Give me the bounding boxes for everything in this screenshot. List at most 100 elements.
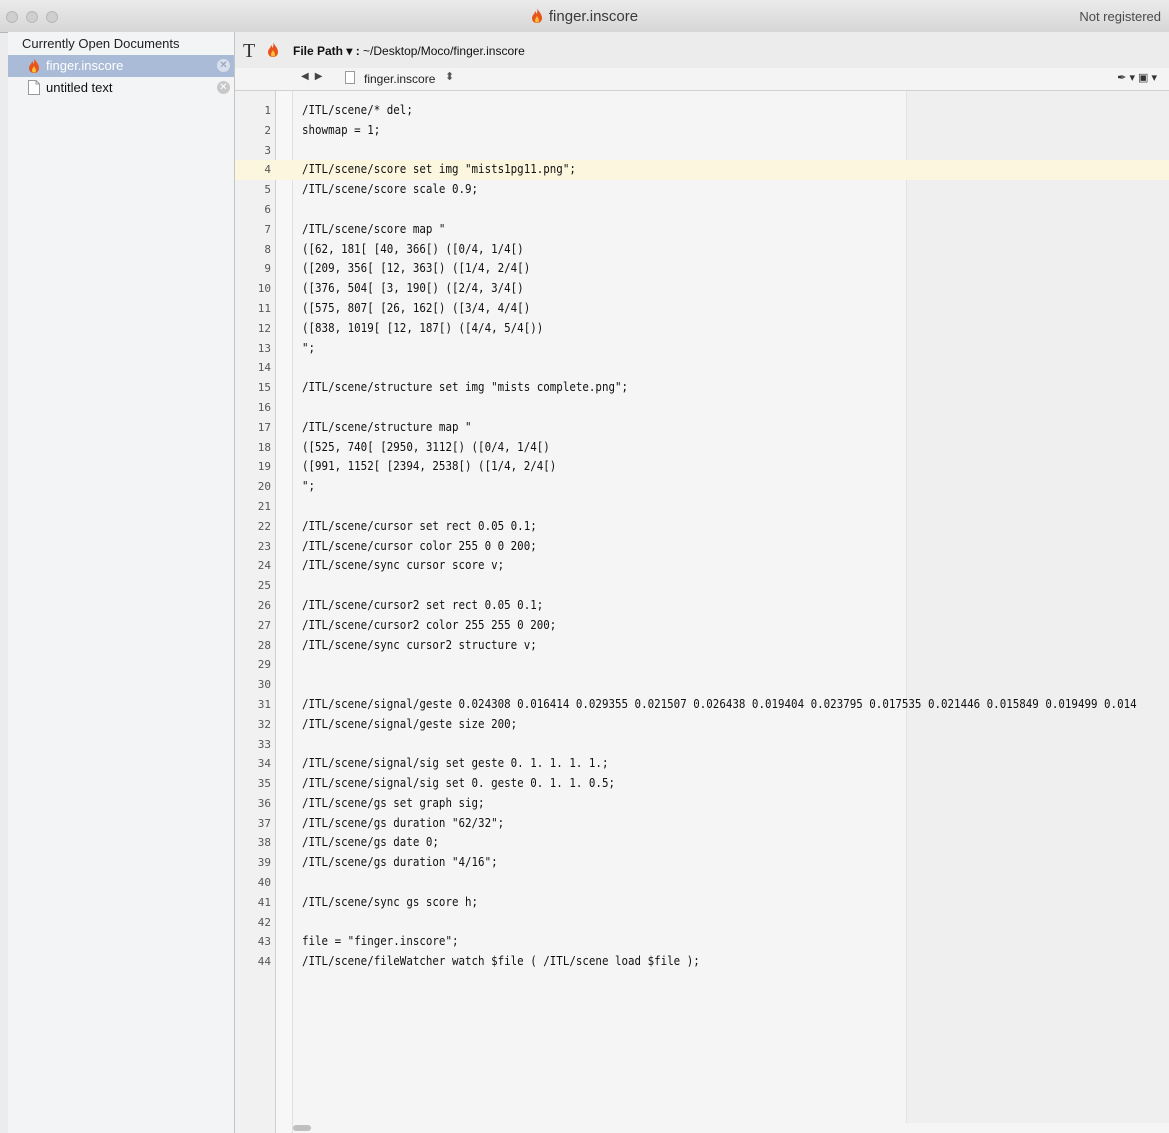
code-text[interactable]: ([62, 181[ [40, 366[) ([0/4, 1/4[)	[302, 241, 524, 256]
navigation-bar: ◀▶ finger.inscore ⬍ ✒ ▾ ▣ ▾	[235, 68, 1169, 91]
code-line[interactable]: 9 ([209, 356[ [12, 363[) ([1/4, 2/4[)	[235, 259, 1169, 279]
code-line[interactable]: 39/ITL/scene/gs duration "4/16";	[235, 853, 1169, 873]
code-line[interactable]: 43 file = "finger.inscore";	[235, 932, 1169, 952]
code-text[interactable]: /ITL/scene/gs duration "62/32";	[302, 815, 504, 830]
code-text[interactable]: /ITL/scene/gs set graph sig;	[302, 795, 485, 810]
line-number: 6	[264, 202, 271, 216]
code-line[interactable]: 41/ITL/scene/sync gs score h;	[235, 893, 1169, 913]
code-line[interactable]: 44/ITL/scene/fileWatcher watch $file ( /…	[235, 952, 1169, 972]
code-text[interactable]: ([575, 807[ [26, 162[) ([3/4, 4/4[)	[302, 300, 530, 315]
sidebar-document-finger-inscore[interactable]: finger.inscore ✕	[8, 55, 234, 77]
code-text[interactable]: ";	[302, 340, 315, 355]
code-text[interactable]: ([209, 356[ [12, 363[) ([1/4, 2/4[)	[302, 260, 530, 275]
code-line[interactable]: 16	[235, 398, 1169, 418]
code-line[interactable]: 32/ITL/scene/signal/geste size 200;	[235, 715, 1169, 735]
editor-tools-menu[interactable]: ✒ ▾ ▣ ▾	[1117, 71, 1157, 84]
code-text[interactable]: /ITL/scene/structure set img "mists comp…	[302, 379, 628, 394]
code-line[interactable]: 3	[235, 141, 1169, 161]
code-line[interactable]: 8 ([62, 181[ [40, 366[) ([0/4, 1/4[)	[235, 240, 1169, 260]
code-text[interactable]: /ITL/scene/gs duration "4/16";	[302, 854, 498, 869]
code-line[interactable]: 4/ITL/scene/score set img "mists1pg11.pn…	[235, 160, 1169, 181]
code-text[interactable]: /ITL/scene/gs date 0;	[302, 834, 439, 849]
code-line[interactable]: 25	[235, 576, 1169, 596]
code-line[interactable]: 35/ITL/scene/signal/sig set 0. geste 0. …	[235, 774, 1169, 794]
code-text[interactable]: ([991, 1152[ [2394, 2538[) ([1/4, 2/4[)	[302, 458, 556, 473]
updown-chevron-icon[interactable]: ⬍	[445, 70, 454, 83]
code-line[interactable]: 18 ([525, 740[ [2950, 3112[) ([0/4, 1/4[)	[235, 438, 1169, 458]
line-number: 29	[257, 658, 271, 672]
code-line[interactable]: 13 ";	[235, 339, 1169, 359]
code-text[interactable]: /ITL/scene/cursor color 255 0 0 200;	[302, 538, 537, 553]
code-line[interactable]: 7/ITL/scene/score map "	[235, 220, 1169, 240]
code-text[interactable]: /ITL/scene/cursor2 set rect 0.05 0.1;	[302, 597, 543, 612]
code-line[interactable]: 15/ITL/scene/structure set img "mists co…	[235, 378, 1169, 398]
close-document-icon[interactable]: ✕	[217, 81, 230, 94]
code-line[interactable]: 6	[235, 200, 1169, 220]
code-line[interactable]: 34/ITL/scene/signal/sig set geste 0. 1. …	[235, 754, 1169, 774]
code-text[interactable]: ";	[302, 478, 315, 493]
code-line[interactable]: 29	[235, 655, 1169, 675]
line-number: 1	[264, 104, 271, 117]
file-path[interactable]: File Path ▾ : ~/Desktop/Moco/finger.insc…	[293, 44, 525, 58]
code-line[interactable]: 33	[235, 735, 1169, 755]
code-line[interactable]: 11 ([575, 807[ [26, 162[) ([3/4, 4/4[)	[235, 299, 1169, 319]
code-line[interactable]: 28/ITL/scene/sync cursor2 structure v;	[235, 636, 1169, 656]
code-text[interactable]: /ITL/scene/cursor set rect 0.05 0.1;	[302, 518, 537, 533]
line-number: 21	[257, 499, 271, 513]
close-document-icon[interactable]: ✕	[217, 59, 230, 72]
code-text[interactable]: ([376, 504[ [3, 190[) ([2/4, 3/4[)	[302, 280, 524, 295]
code-line[interactable]: 37/ITL/scene/gs duration "62/32";	[235, 814, 1169, 834]
horizontal-scrollbar[interactable]	[293, 1125, 311, 1131]
code-text[interactable]: /ITL/scene/signal/sig set 0. geste 0. 1.…	[302, 775, 615, 790]
code-text[interactable]: /ITL/scene/signal/sig set geste 0. 1. 1.…	[302, 755, 608, 770]
line-number: 8	[264, 242, 271, 256]
code-line[interactable]: 17/ITL/scene/structure map "	[235, 418, 1169, 438]
code-text[interactable]: /ITL/scene/sync cursor2 structure v;	[302, 637, 537, 652]
code-line[interactable]: 30	[235, 675, 1169, 695]
code-line[interactable]: 14	[235, 358, 1169, 378]
code-text[interactable]: /ITL/scene/signal/geste 0.024308 0.01641…	[302, 696, 1137, 711]
code-line[interactable]: 12 ([838, 1019[ [12, 187[) ([4/4, 5/4[))	[235, 319, 1169, 339]
code-line[interactable]: 2 showmap = 1;	[235, 121, 1169, 141]
code-text[interactable]: /ITL/scene/fileWatcher watch $file ( /IT…	[302, 953, 700, 968]
code-line[interactable]: 10 ([376, 504[ [3, 190[) ([2/4, 3/4[)	[235, 279, 1169, 299]
code-line[interactable]: 24/ITL/scene/sync cursor score v;	[235, 556, 1169, 576]
code-line[interactable]: 26/ITL/scene/cursor2 set rect 0.05 0.1;	[235, 596, 1169, 616]
back-forward-arrows[interactable]: ◀▶	[301, 71, 328, 82]
code-line[interactable]: 22/ITL/scene/cursor set rect 0.05 0.1;	[235, 517, 1169, 537]
code-text[interactable]: /ITL/scene/sync gs score h;	[302, 894, 478, 909]
code-line[interactable]: 36/ITL/scene/gs set graph sig;	[235, 794, 1169, 814]
file-path-label[interactable]: File Path ▾ :	[293, 44, 360, 58]
code-line[interactable]: 19 ([991, 1152[ [2394, 2538[) ([1/4, 2/4[…	[235, 457, 1169, 477]
code-text[interactable]: /ITL/scene/* del;	[302, 102, 413, 117]
code-line[interactable]: 5/ITL/scene/score scale 0.9;	[235, 180, 1169, 200]
code-line[interactable]: 27/ITL/scene/cursor2 color 255 255 0 200…	[235, 616, 1169, 636]
code-editor[interactable]: 1/ITL/scene/* del; 2 showmap = 1; 3 4/ITL/sc…	[235, 91, 1169, 1133]
line-number: 31	[257, 697, 271, 711]
code-line[interactable]: 31/ITL/scene/signal/geste 0.024308 0.016…	[235, 695, 1169, 715]
code-text[interactable]: ([525, 740[ [2950, 3112[) ([0/4, 1/4[)	[302, 439, 550, 454]
code-line[interactable]: 40	[235, 873, 1169, 893]
code-lines: 1/ITL/scene/* del; 2 showmap = 1; 3 4/ITL/sc…	[235, 101, 1169, 972]
navbar-filename[interactable]: finger.inscore	[364, 72, 435, 86]
sidebar-document-untitled-text[interactable]: untitled text ✕	[8, 77, 234, 99]
code-line[interactable]: 21	[235, 497, 1169, 517]
text-format-button[interactable]: T	[243, 40, 255, 63]
code-text[interactable]: ([838, 1019[ [12, 187[) ([4/4, 5/4[))	[302, 320, 543, 335]
inscore-flame-icon[interactable]	[267, 42, 279, 62]
code-text[interactable]: showmap = 1;	[302, 122, 380, 137]
code-text[interactable]: /ITL/scene/sync cursor score v;	[302, 557, 504, 572]
code-line[interactable]: 1/ITL/scene/* del;	[235, 101, 1169, 121]
code-text[interactable]: file = "finger.inscore";	[302, 933, 459, 948]
code-line[interactable]: 42	[235, 913, 1169, 933]
code-text[interactable]: /ITL/scene/structure map "	[302, 419, 472, 434]
code-text[interactable]: /ITL/scene/score set img "mists1pg11.png…	[302, 161, 576, 176]
code-line[interactable]: 38/ITL/scene/gs date 0;	[235, 833, 1169, 853]
line-number: 26	[257, 598, 271, 612]
code-text[interactable]: /ITL/scene/signal/geste size 200;	[302, 716, 517, 731]
code-line[interactable]: 20 ";	[235, 477, 1169, 497]
code-text[interactable]: /ITL/scene/cursor2 color 255 255 0 200;	[302, 617, 556, 632]
code-text[interactable]: /ITL/scene/score scale 0.9;	[302, 181, 478, 196]
code-line[interactable]: 23/ITL/scene/cursor color 255 0 0 200;	[235, 537, 1169, 557]
code-text[interactable]: /ITL/scene/score map "	[302, 221, 445, 236]
